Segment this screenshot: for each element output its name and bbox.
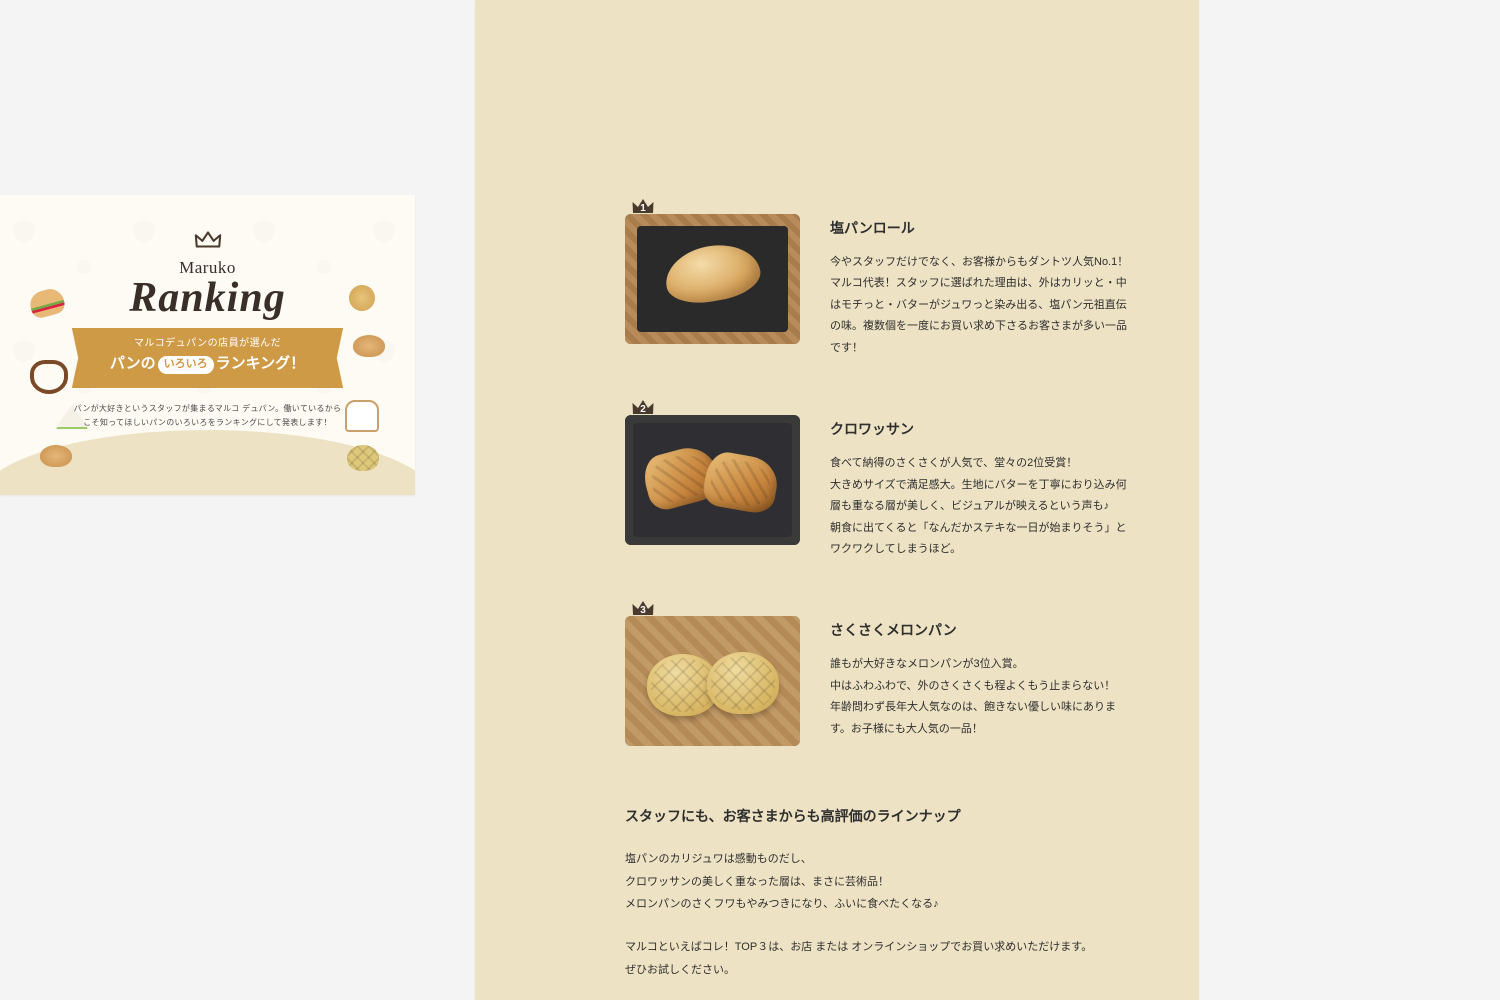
ranking-item-desc: 今やスタッフだけでなく、お客様からもダントツ人気No.1！マルコ代表！スタッフに…	[830, 252, 1133, 359]
rank-number: 1	[631, 203, 655, 214]
ribbon-line1: マルコデュパンの店員が選んだ	[110, 336, 305, 352]
ranking-list: 1 塩パンロール 今やスタッフだけでなく、お客様からもダントツ人気No.1！マル…	[475, 0, 1199, 802]
hero-ribbon: マルコデュパンの店員が選んだ パンのいろいろランキング！	[84, 328, 331, 388]
ranking-photo	[625, 214, 800, 344]
ranking-item: 3 さくさくメロンパン 誰もが大好きなメロンパンが3位入賞。 中はふわふわで、外…	[475, 616, 1199, 802]
hero-title: Ranking	[0, 274, 415, 322]
rank-crown-icon: 2	[631, 397, 655, 422]
ranking-item: 2 クロワッサン 食べて納得のさくさくが人気で、堂々の2位受賞！ 大きめサイズで…	[475, 415, 1199, 616]
ribbon-suffix: ランキング！	[216, 355, 306, 372]
ranking-item-title: クロワッサン	[830, 419, 1133, 439]
summary-section: スタッフにも、お客さまからも高評価のラインナップ 塩パンのカリジュワは感動ものだ…	[475, 802, 1199, 981]
rank-number: 2	[631, 404, 655, 415]
ranking-panel: 1 塩パンロール 今やスタッフだけでなく、お客様からもダントツ人気No.1！マル…	[475, 0, 1199, 1000]
hero-description: パンが大好きというスタッフが集まるマルコ デュパン。働いているから こそ知ってほ…	[0, 402, 415, 429]
summary-para: 塩パンのカリジュワは感動ものだし、 クロワッサンの美しく重なった層は、まさに芸術…	[625, 848, 1133, 916]
ranking-photo	[625, 415, 800, 545]
ranking-photo	[625, 616, 800, 746]
rank-crown-icon: 3	[631, 598, 655, 623]
ribbon-line2: パンのいろいろランキング！	[110, 352, 305, 376]
hero-desc-line2: こそ知ってほしいパンのいろいろをランキングにして発表します！	[83, 418, 332, 427]
rank-number: 3	[631, 605, 655, 616]
ranking-item-desc: 食べて納得のさくさくが人気で、堂々の2位受賞！ 大きめサイズで満足感大。生地にバ…	[830, 453, 1133, 560]
hero-desc-line1: パンが大好きというスタッフが集まるマルコ デュパン。働いているから	[74, 404, 342, 413]
hero-card: Maruko Ranking マルコデュパンの店員が選んだ パンのいろいろランキ…	[0, 195, 415, 495]
ribbon-prefix: パンの	[110, 355, 156, 372]
crown-icon	[193, 227, 223, 256]
summary-para: マルコといえばコレ！TOP３は、お店 または オンラインショップでお買い求めいた…	[625, 936, 1133, 981]
summary-heading: スタッフにも、お客さまからも高評価のラインナップ	[625, 806, 1133, 826]
rank-crown-icon: 1	[631, 196, 655, 221]
ranking-item-desc: 誰もが大好きなメロンパンが3位入賞。 中はふわふわで、外のさくさくも程よくもう止…	[830, 654, 1133, 740]
ranking-item-title: 塩パンロール	[830, 218, 1133, 238]
ribbon-pill: いろいろ	[158, 356, 214, 374]
ranking-item: 1 塩パンロール 今やスタッフだけでなく、お客様からもダントツ人気No.1！マル…	[475, 214, 1199, 415]
ranking-item-title: さくさくメロンパン	[830, 620, 1133, 640]
